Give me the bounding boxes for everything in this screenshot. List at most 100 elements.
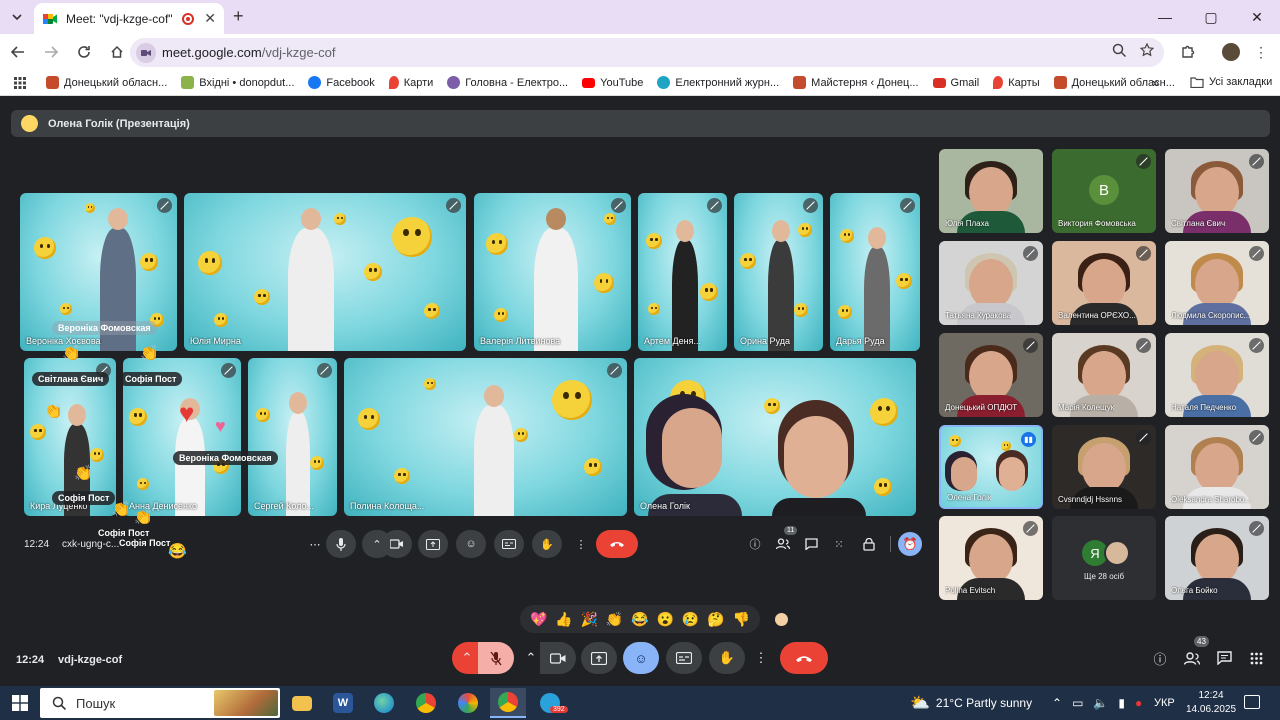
bookmark-item[interactable]: Вхідні • donopdut...: [181, 76, 294, 89]
participant-tile[interactable]: Юлія Плаха: [939, 149, 1043, 233]
bookmark-item[interactable]: Донецький обласн...: [46, 76, 167, 89]
word-icon[interactable]: W: [325, 688, 361, 718]
bookmark-item[interactable]: YouTube: [582, 77, 643, 89]
more-bookmarks-button[interactable]: »: [1152, 75, 1159, 90]
paint-icon[interactable]: [450, 688, 486, 718]
mic-toggle-button[interactable]: [478, 642, 514, 674]
thumbs-down-reaction-button[interactable]: 👎: [733, 611, 750, 628]
mic-tray-icon[interactable]: ●: [1135, 696, 1142, 710]
browser-menu-button[interactable]: ⋮: [1246, 37, 1276, 67]
site-info-icon[interactable]: [136, 42, 156, 63]
reload-button[interactable]: [69, 37, 99, 67]
mic-icon[interactable]: [326, 530, 356, 558]
tab-meet[interactable]: Meet: "vdj-kzge-cof" ✕: [34, 3, 224, 34]
file-explorer-icon[interactable]: [284, 688, 320, 718]
present-button[interactable]: [581, 642, 617, 674]
bookmark-item[interactable]: Головна - Електро...: [447, 76, 568, 89]
party-reaction-button[interactable]: 🎉: [581, 611, 598, 628]
network-icon[interactable]: ▭: [1072, 696, 1083, 710]
home-button[interactable]: [102, 37, 132, 67]
edge-icon[interactable]: [366, 688, 402, 718]
skin-tone-selector[interactable]: [775, 613, 788, 626]
laugh-reaction-button[interactable]: 😂: [631, 611, 648, 628]
info-icon[interactable]: ⓘ: [740, 530, 770, 558]
surprised-reaction-button[interactable]: 😮: [657, 611, 674, 628]
presentation-tile[interactable]: Артем Деня...: [638, 193, 727, 351]
captions-icon[interactable]: [494, 530, 524, 558]
participant-tile[interactable]: Донецький ОПДЮТ: [939, 333, 1043, 417]
clock[interactable]: 12:24 14.06.2025: [1186, 689, 1236, 717]
participant-tile[interactable]: Наталя Педченко: [1165, 333, 1269, 417]
presentation-tile[interactable]: Валерія Литвинова: [474, 193, 631, 351]
bookmark-item[interactable]: Електронний журн...: [657, 76, 779, 89]
heart-reaction-button[interactable]: 💖: [530, 611, 547, 628]
address-bar[interactable]: meet.google.com/vdj-kzge-cof: [130, 38, 1164, 67]
presentation-tile[interactable]: Сергей Коло...: [248, 358, 337, 516]
chat-button[interactable]: [1206, 642, 1242, 674]
participant-tile[interactable]: Polina Evitsch: [939, 516, 1043, 600]
participant-tile[interactable]: Татьяна Куракова: [939, 241, 1043, 325]
reactions-button[interactable]: ☺: [623, 642, 659, 674]
extensions-button[interactable]: [1173, 37, 1203, 67]
participant-tile[interactable]: Людмила Скоропис...: [1165, 241, 1269, 325]
host-controls-icon[interactable]: [854, 530, 884, 558]
participant-tile[interactable]: Валентина ОРЄХО...: [1052, 241, 1156, 325]
presentation-tile[interactable]: Орина Руда: [734, 193, 823, 351]
timer-app-icon[interactable]: ⏰: [898, 532, 922, 556]
raise-hand-button[interactable]: ✋: [709, 642, 745, 674]
activities-button[interactable]: [1238, 642, 1274, 674]
participant-tile[interactable]: Cvsnndjdj Hssnns: [1052, 425, 1156, 509]
taskbar-search[interactable]: Пошук: [40, 688, 280, 718]
back-button[interactable]: [3, 37, 33, 67]
chat-icon[interactable]: [796, 530, 826, 558]
thinking-reaction-button[interactable]: 🤔: [707, 611, 724, 628]
bookmark-item[interactable]: Gmail: [932, 77, 979, 89]
close-window-button[interactable]: ✕: [1234, 0, 1280, 34]
chrome-active-icon[interactable]: [490, 688, 526, 718]
clap-reaction-button[interactable]: 👏: [606, 611, 623, 628]
all-bookmarks-button[interactable]: Усі закладки: [1190, 76, 1272, 88]
weather-widget[interactable]: ⛅ 21°C Partly sunny: [910, 686, 1032, 720]
bookmark-star-icon[interactable]: [1140, 43, 1154, 57]
forward-button[interactable]: [36, 37, 66, 67]
maximize-button[interactable]: ▢: [1188, 0, 1234, 34]
notifications-icon[interactable]: [1244, 695, 1260, 709]
participant-tile-active-speaker[interactable]: ▮▮ Олена Голік: [939, 425, 1043, 509]
participant-tile[interactable]: Ольга Бойко: [1165, 516, 1269, 600]
thumbs-up-reaction-button[interactable]: 👍: [555, 611, 572, 628]
presentation-tile[interactable]: Полина Колоща...: [344, 358, 627, 516]
language-indicator[interactable]: УКР: [1154, 686, 1175, 720]
participant-tile[interactable]: В Виктория Фомовська: [1052, 149, 1156, 233]
bookmark-item[interactable]: Карти: [388, 76, 433, 89]
camera-icon[interactable]: [382, 530, 412, 558]
bookmark-item[interactable]: Карты: [993, 76, 1040, 89]
leave-call-button[interactable]: [780, 642, 828, 674]
volume-icon[interactable]: 🔈: [1093, 696, 1108, 710]
camera-toggle-button[interactable]: [540, 642, 576, 674]
more-options-button[interactable]: ⋮: [746, 642, 776, 674]
participant-tile[interactable]: Oleksandra Sharobo...: [1165, 425, 1269, 509]
more-vert-icon[interactable]: ⋮: [566, 530, 596, 558]
presentation-tile[interactable]: Олена Голік: [634, 358, 916, 516]
raise-hand-icon[interactable]: ✋: [532, 530, 562, 558]
telegram-icon[interactable]: 392: [532, 688, 568, 718]
apps-grid-icon[interactable]: [14, 76, 26, 89]
activities-grid-icon[interactable]: ⁙: [824, 530, 854, 558]
leave-call-button[interactable]: [596, 530, 638, 558]
captions-button[interactable]: [666, 642, 702, 674]
minimize-button[interactable]: —: [1142, 0, 1188, 34]
profile-button[interactable]: [1216, 37, 1246, 67]
windows-start-button[interactable]: [12, 695, 28, 711]
bookmark-item[interactable]: Facebook: [308, 76, 375, 89]
chevron-up-icon[interactable]: ⌃: [1052, 696, 1062, 710]
sad-reaction-button[interactable]: 😢: [682, 611, 699, 628]
emoji-icon[interactable]: ☺: [456, 530, 486, 558]
more-participants-tile[interactable]: Я Ще 28 осіб: [1052, 516, 1156, 600]
tab-search-dropdown[interactable]: [6, 7, 28, 27]
presentation-tile[interactable]: Дарья Руда: [830, 193, 920, 351]
chrome-icon[interactable]: [408, 688, 444, 718]
battery-icon[interactable]: ▮: [1118, 696, 1125, 710]
participant-tile[interactable]: Світлана Євич: [1165, 149, 1269, 233]
zoom-icon[interactable]: [1112, 43, 1126, 57]
participant-tile[interactable]: Марія Колещук: [1052, 333, 1156, 417]
